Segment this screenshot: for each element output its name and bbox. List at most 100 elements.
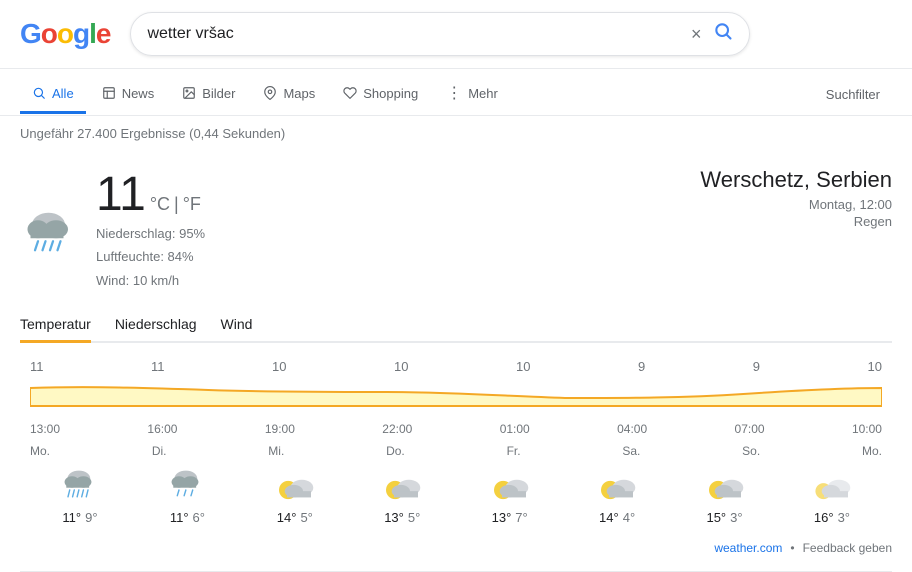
chart-temp-2: 11 xyxy=(151,359,165,374)
weather-city: Werschetz, Serbien xyxy=(700,167,892,193)
logo-g2: g xyxy=(73,18,89,50)
feedback-link[interactable]: Feedback geben xyxy=(803,541,892,555)
day-6: Sa. xyxy=(622,444,640,458)
forecast-icon-8 xyxy=(808,466,856,506)
weather-main: 11 °C | °F Niederschlag: 95% Luftfeuchte… xyxy=(20,167,892,292)
low-4: 5° xyxy=(408,510,420,525)
chart-svg xyxy=(30,378,882,414)
logo-g: G xyxy=(20,18,41,50)
forecast-temps-6: 14° 4° xyxy=(599,510,635,525)
forecast-temps-2: 11° 6° xyxy=(170,510,205,525)
temp-unit-f[interactable]: °F xyxy=(183,194,201,215)
forecast-icon-1 xyxy=(56,466,104,506)
time-4: 22:00 xyxy=(382,422,412,436)
logo-o2: o xyxy=(57,18,73,50)
chart-temps: 11 11 10 10 10 9 9 10 xyxy=(20,359,892,374)
time-6: 04:00 xyxy=(617,422,647,436)
navigation: Alle News Bilder Maps Shopping ⋮ Mehr Su… xyxy=(0,69,912,116)
temp-unit-c[interactable]: °C xyxy=(150,194,170,215)
chart-band xyxy=(30,378,882,414)
forecast-temps-7: 15° 3° xyxy=(706,510,742,525)
nav-item-bilder[interactable]: Bilder xyxy=(170,76,247,114)
time-8: 10:00 xyxy=(852,422,882,436)
forecast-temps-3: 14° 5° xyxy=(277,510,313,525)
day-2: Di. xyxy=(152,444,167,458)
weather-condition-icon xyxy=(20,200,80,260)
nav-item-maps[interactable]: Maps xyxy=(251,76,327,114)
day-5: Fr. xyxy=(507,444,521,458)
nav-label-shopping: Shopping xyxy=(363,86,418,101)
weather-tabs: Temperatur Niederschlag Wind xyxy=(20,308,892,343)
tab-temperatur[interactable]: Temperatur xyxy=(20,308,91,343)
chart-temp-5: 10 xyxy=(516,359,530,374)
forecast-item-4: 13° 5° xyxy=(352,466,452,525)
weather-right: Werschetz, Serbien Montag, 12:00 Regen xyxy=(700,167,892,229)
forecast-grid: 11° 9° 11° 6° xyxy=(20,466,892,525)
tab-niederschlag[interactable]: Niederschlag xyxy=(115,308,197,343)
high-1: 11° xyxy=(62,510,81,525)
chart-temp-4: 10 xyxy=(394,359,408,374)
bilder-icon xyxy=(182,86,196,100)
weather-left: 11 °C | °F Niederschlag: 95% Luftfeuchte… xyxy=(20,167,205,292)
nav-label-news: News xyxy=(122,86,155,101)
low-8: 3° xyxy=(838,510,850,525)
weather-condition-text: Regen xyxy=(700,214,892,229)
forecast-icon-2 xyxy=(163,466,211,506)
forecast-icon-7 xyxy=(701,466,749,506)
high-6: 14° xyxy=(599,510,619,525)
forecast-icon-4 xyxy=(378,466,426,506)
chart-temp-1: 11 xyxy=(30,359,44,374)
time-5: 01:00 xyxy=(500,422,530,436)
forecast-item-7: 15° 3° xyxy=(675,466,775,525)
day-1: Mo. xyxy=(30,444,50,458)
time-1: 13:00 xyxy=(30,422,60,436)
weather-details: Niederschlag: 95% Luftfeuchte: 84% Wind:… xyxy=(96,222,205,292)
forecast-temps-5: 13° 7° xyxy=(492,510,528,525)
day-8: Mo. xyxy=(862,444,882,458)
forecast-icon-5 xyxy=(486,466,534,506)
nav-item-news[interactable]: News xyxy=(90,76,167,114)
search-icon[interactable] xyxy=(713,21,733,47)
day-7: So. xyxy=(742,444,760,458)
results-count: Ungefähr 27.400 Ergebnisse (0,44 Sekunde… xyxy=(0,116,912,151)
logo-e: e xyxy=(96,18,111,50)
wind: Wind: 10 km/h xyxy=(96,269,205,292)
search-bar: × xyxy=(130,12,750,56)
forecast-item-5: 13° 7° xyxy=(460,466,560,525)
news-icon xyxy=(102,86,116,100)
day-3: Mi. xyxy=(268,444,284,458)
search-input[interactable] xyxy=(147,25,690,43)
nav-item-alle[interactable]: Alle xyxy=(20,76,86,114)
mehr-icon: ⋮ xyxy=(446,83,462,103)
footer-dot: • xyxy=(790,541,794,555)
low-5: 7° xyxy=(515,510,527,525)
clear-icon[interactable]: × xyxy=(691,24,702,45)
forecast-item-3: 14° 5° xyxy=(245,466,345,525)
forecast-temps-1: 11° 9° xyxy=(62,510,97,525)
nav-item-mehr[interactable]: ⋮ Mehr xyxy=(434,73,510,116)
tab-wind[interactable]: Wind xyxy=(221,308,253,343)
low-1: 9° xyxy=(85,510,97,525)
chart-temp-6: 9 xyxy=(638,359,645,374)
low-2: 6° xyxy=(193,510,205,525)
day-4: Do. xyxy=(386,444,405,458)
time-3: 19:00 xyxy=(265,422,295,436)
forecast-days: Mo. Di. Mi. Do. Fr. Sa. So. Mo. xyxy=(20,444,892,458)
humidity: Luftfeuchte: 84% xyxy=(96,245,205,268)
nav-item-shopping[interactable]: Shopping xyxy=(331,76,430,114)
time-7: 07:00 xyxy=(735,422,765,436)
weather-datetime: Montag, 12:00 xyxy=(700,197,892,212)
suchfilter-button[interactable]: Suchfilter xyxy=(814,77,892,112)
nav-label-alle: Alle xyxy=(52,86,74,101)
high-2: 11° xyxy=(170,510,189,525)
temp-separator: | xyxy=(174,194,179,215)
maps-icon xyxy=(263,86,277,100)
weather-source-link[interactable]: weather.com xyxy=(714,541,782,555)
forecast-item-8: 16° 3° xyxy=(782,466,882,525)
alle-icon xyxy=(32,86,46,100)
time-2: 16:00 xyxy=(147,422,177,436)
nav-label-maps: Maps xyxy=(283,86,315,101)
weather-footer: weather.com • Feedback geben xyxy=(20,533,892,555)
low-3: 5° xyxy=(300,510,312,525)
nav-label-bilder: Bilder xyxy=(202,86,235,101)
